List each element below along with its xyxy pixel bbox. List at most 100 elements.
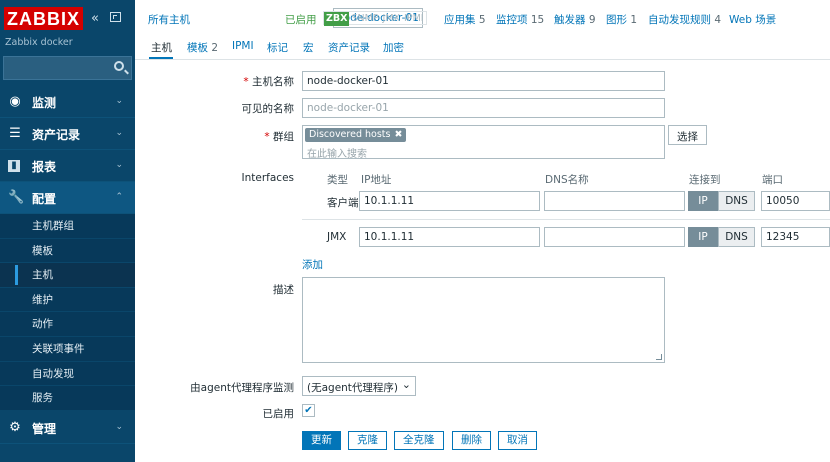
tab-ipmi[interactable]: IPMI — [232, 40, 254, 52]
interface-dns-input[interactable] — [544, 191, 685, 211]
menu-label: 配置 — [32, 192, 57, 206]
column-ip: IP地址 — [361, 174, 392, 186]
interface-port-input[interactable]: 12345 — [761, 227, 830, 247]
chevron-down-icon: ⌄ — [115, 160, 123, 170]
all-hosts-link[interactable]: 所有主机 — [148, 12, 190, 27]
link-label: 触发器 — [554, 14, 586, 26]
interface-ip-input[interactable]: 10.1.1.11 — [359, 191, 540, 211]
tab-macros[interactable]: 宏 — [303, 40, 314, 55]
clone-button[interactable]: 克隆 — [348, 431, 387, 450]
interface-type-agent: 客户端 — [327, 197, 359, 209]
description-label: 描述 — [273, 284, 294, 296]
full-clone-button[interactable]: 全克隆 — [394, 431, 444, 450]
zbx-badge: ZBX — [324, 12, 350, 26]
column-connect-to: 连接到 — [689, 174, 721, 186]
snmp-badge: SNMP — [351, 13, 379, 24]
link-label: 图形 — [606, 14, 627, 26]
update-button[interactable]: 更新 — [302, 431, 341, 450]
link-count: 5 — [478, 14, 486, 26]
menu-inventory[interactable]: ☰ 资产记录 ⌄ — [0, 118, 135, 150]
link-label: Web 场景 — [729, 14, 777, 26]
tab-tags[interactable]: 标记 — [267, 40, 288, 55]
jmx-badge: JMX — [382, 13, 401, 24]
host-name-label: * 主机名称 — [160, 74, 294, 89]
logo-row: ZABBIX « — [0, 0, 135, 34]
zabbix-logo[interactable]: ZABBIX — [4, 7, 83, 30]
check-icon: ✔ — [304, 405, 313, 416]
group-tag: Discovered hosts ✖ — [305, 128, 407, 142]
column-port: 端口 — [762, 174, 783, 186]
link-label: 应用集 — [444, 14, 476, 26]
connect-dns-toggle[interactable]: DNS — [718, 227, 755, 247]
tab-host[interactable]: 主机 — [151, 40, 172, 55]
connect-dns-toggle[interactable]: DNS — [718, 191, 755, 211]
submenu-templates[interactable]: 模板 — [0, 238, 135, 264]
group-search-input[interactable]: 在此输入搜索 — [307, 145, 367, 160]
host-name-input[interactable]: node-docker-01 — [302, 71, 665, 91]
wrench-icon: 🔧 — [8, 190, 25, 205]
enabled-checkbox[interactable]: ✔ — [302, 404, 315, 417]
configuration-submenu: 主机群组 模板 主机 维护 动作 关联项事件 自动发现 服务 — [0, 214, 135, 411]
menu-monitoring[interactable]: ◉ 监测 ⌄ — [0, 86, 135, 118]
interface-dns-input[interactable] — [544, 227, 685, 247]
tab-inventory[interactable]: 资产记录 — [328, 40, 370, 55]
applications-link[interactable]: 应用集 5 — [444, 12, 486, 27]
submenu-services[interactable]: 服务 — [0, 386, 135, 411]
cancel-button[interactable]: 取消 — [498, 431, 537, 450]
web-scenarios-link[interactable]: Web 场景 — [729, 12, 776, 27]
discovery-rules-link[interactable]: 自动发现规则 4 — [648, 12, 721, 27]
tab-templates[interactable]: 模板 2 — [187, 40, 218, 55]
bar-chart-icon: ▮ — [8, 160, 20, 172]
submenu-maintenance[interactable]: 维护 — [0, 287, 135, 313]
search-input[interactable] — [3, 56, 132, 80]
group-tag-label: Discovered hosts — [309, 129, 391, 140]
collapse-sidebar-icon[interactable]: « — [91, 11, 99, 26]
resize-grip-icon[interactable] — [656, 354, 662, 360]
tab-count: 2 — [211, 42, 219, 54]
link-count: 15 — [530, 14, 545, 26]
interface-type-jmx: JMX — [327, 231, 347, 243]
delete-button[interactable]: 删除 — [452, 431, 491, 450]
graphs-link[interactable]: 图形 1 — [606, 12, 637, 27]
submenu-hosts[interactable]: 主机 — [0, 263, 135, 288]
enabled-label: 已启用 — [262, 408, 295, 420]
submenu-event-correlation[interactable]: 关联项事件 — [0, 336, 135, 362]
submenu-discovery[interactable]: 自动发现 — [0, 361, 135, 387]
groups-multiselect[interactable]: Discovered hosts ✖ 在此输入搜索 — [302, 125, 665, 160]
submenu-host-groups[interactable]: 主机群组 — [0, 214, 135, 239]
description-textarea[interactable] — [302, 277, 665, 363]
chevron-down-icon: ⌄ — [115, 422, 123, 432]
label-text: 群组 — [273, 131, 294, 143]
connect-ip-toggle[interactable]: IP — [688, 191, 718, 211]
kiosk-mode-icon[interactable] — [110, 12, 121, 22]
select-groups-button[interactable]: 选择 — [668, 125, 707, 145]
interface-port-input[interactable]: 10050 — [761, 191, 830, 211]
items-link[interactable]: 监控项 15 — [496, 12, 544, 27]
connect-ip-toggle[interactable]: IP — [688, 227, 718, 247]
proxy-select[interactable]: (无agent代理程序) ⌄ — [302, 376, 416, 396]
search-icon[interactable] — [114, 61, 124, 71]
submenu-actions[interactable]: 动作 — [0, 312, 135, 337]
interface-ip-input[interactable]: 10.1.1.11 — [359, 227, 540, 247]
chevron-down-icon: ⌄ — [115, 96, 123, 106]
menu-configuration[interactable]: 🔧 配置 ⌃ — [0, 182, 135, 214]
chevron-down-icon: ⌄ — [401, 378, 411, 391]
tab-encryption[interactable]: 加密 — [383, 40, 404, 55]
menu-administration[interactable]: ⚙ 管理 ⌄ — [0, 412, 135, 444]
required-marker: * — [243, 76, 249, 88]
link-count: 1 — [630, 14, 638, 26]
add-interface-link[interactable]: 添加 — [302, 257, 323, 272]
form-tabs: 主机 模板 2 IPMI 标记 宏 资产记录 加密 — [135, 36, 830, 60]
triggers-link[interactable]: 触发器 9 — [554, 12, 596, 27]
list-icon: ☰ — [9, 126, 21, 141]
visible-name-input[interactable]: node-docker-01 — [302, 98, 665, 118]
remove-group-icon[interactable]: ✖ — [394, 129, 402, 140]
link-count: 9 — [588, 14, 596, 26]
chevron-down-icon: ⌄ — [115, 128, 123, 138]
availability-badges: ZBX SNMP JMX IPMI — [323, 11, 427, 26]
column-type: 类型 — [327, 174, 348, 186]
menu-reports[interactable]: ▮ 报表 ⌄ — [0, 150, 135, 182]
status-badge[interactable]: 已启用 — [285, 12, 317, 27]
menu-label: 报表 — [32, 160, 57, 174]
column-dns: DNS名称 — [545, 174, 589, 186]
